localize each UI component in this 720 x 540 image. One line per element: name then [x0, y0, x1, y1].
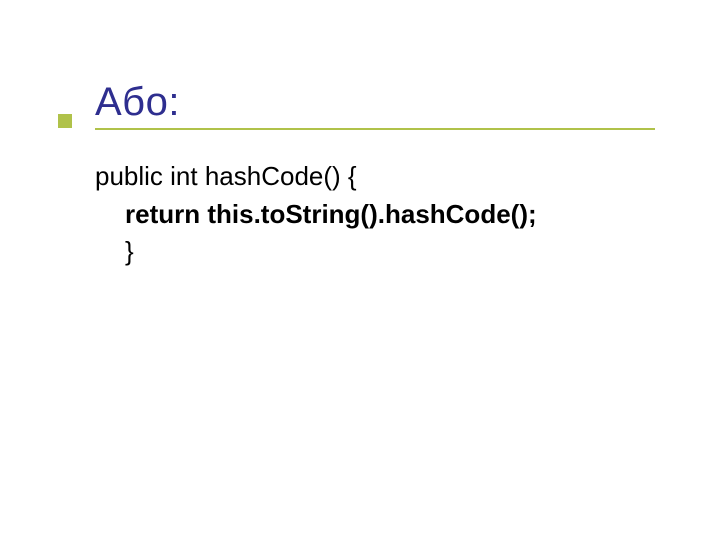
code-line-2: return this.toString().hashCode();	[95, 196, 670, 234]
code-line-3: }	[95, 233, 670, 271]
code-line-1: public int hashCode() {	[95, 158, 670, 196]
bullet-icon	[58, 114, 72, 128]
slide-container: Або: public int hashCode() { return this…	[0, 0, 720, 540]
slide-content: public int hashCode() { return this.toSt…	[95, 158, 670, 271]
title-section: Або:	[95, 80, 670, 130]
slide-title: Або:	[95, 80, 670, 125]
title-underline	[95, 128, 655, 130]
